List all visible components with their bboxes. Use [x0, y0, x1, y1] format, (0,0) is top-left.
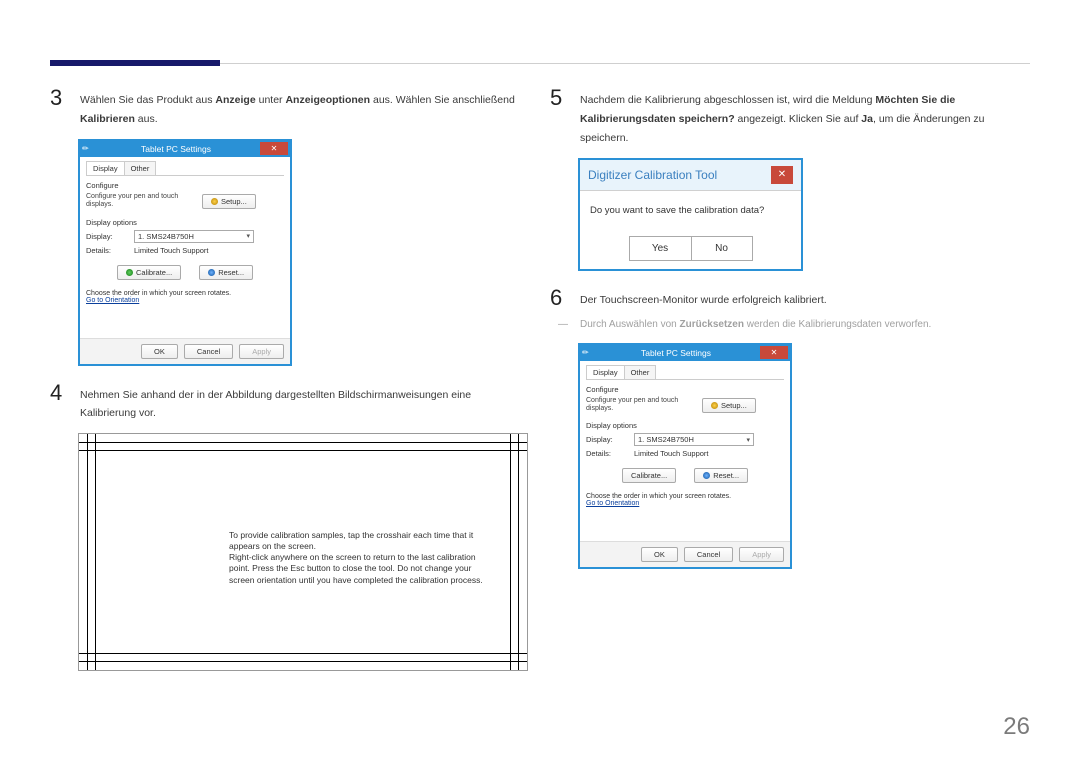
- ok-button[interactable]: OK: [141, 344, 178, 359]
- tabs: Display Other: [86, 161, 284, 176]
- digitizer-message: Do you want to save the calibration data…: [590, 205, 791, 216]
- calibrate-button[interactable]: Calibrate...: [117, 265, 181, 280]
- display-select[interactable]: 1. SMS24B750H▾: [634, 433, 754, 446]
- step-text: Nachdem die Kalibrierung abgeschlossen i…: [580, 85, 1030, 148]
- step-5: 5 Nachdem die Kalibrierung abgeschlossen…: [550, 85, 1030, 148]
- note: ― Durch Auswählen von Zurücksetzen werde…: [550, 317, 1030, 333]
- calibration-instructions: To provide calibration samples, tap the …: [229, 530, 489, 585]
- reset-button[interactable]: Reset...: [199, 265, 253, 280]
- digitizer-title: Digitizer Calibration Tool: [588, 168, 717, 182]
- details-label: Details:: [86, 246, 128, 255]
- tablet-pc-settings-window: ✏ Tablet PC Settings ✕ Display Other Con…: [78, 139, 292, 366]
- orientation-text: Choose the order in which your screen ro…: [586, 493, 784, 500]
- reset-icon: [703, 472, 710, 479]
- digitizer-dialog: Digitizer Calibration Tool ✕ Do you want…: [578, 158, 803, 271]
- yes-button[interactable]: Yes: [629, 236, 691, 261]
- orientation-link[interactable]: Go to Orientation: [586, 500, 784, 507]
- calibrate-button[interactable]: Calibrate...: [622, 468, 676, 483]
- window-icon: ✏: [582, 348, 592, 358]
- display-options-label: Display options: [86, 218, 284, 227]
- cancel-button[interactable]: Cancel: [684, 547, 733, 562]
- step-number: 5: [550, 85, 568, 148]
- close-button[interactable]: ✕: [771, 166, 793, 184]
- apply-button[interactable]: Apply: [739, 547, 784, 562]
- orientation-text: Choose the order in which your screen ro…: [86, 290, 284, 297]
- display-select[interactable]: 1. SMS24B750H▾: [134, 230, 254, 243]
- orientation-link[interactable]: Go to Orientation: [86, 297, 284, 304]
- details-value: Limited Touch Support: [634, 449, 709, 458]
- calibration-screen-figure: To provide calibration samples, tap the …: [78, 433, 528, 671]
- tab-other[interactable]: Other: [624, 365, 657, 379]
- step-text: Wählen Sie das Produkt aus Anzeige unter…: [80, 85, 530, 129]
- step-text: Nehmen Sie anhand der in der Abbildung d…: [80, 380, 530, 424]
- note-mark: ―: [550, 317, 568, 333]
- tab-other[interactable]: Other: [124, 161, 157, 175]
- setup-icon: [711, 402, 718, 409]
- configure-label: Configure: [86, 181, 284, 190]
- apply-button[interactable]: Apply: [239, 344, 284, 359]
- note-text: Durch Auswählen von Zurücksetzen werden …: [580, 317, 931, 333]
- configure-label: Configure: [586, 385, 784, 394]
- close-button[interactable]: ✕: [760, 346, 788, 359]
- tab-display[interactable]: Display: [586, 365, 625, 379]
- details-value: Limited Touch Support: [134, 246, 209, 255]
- display-label: Display:: [586, 435, 628, 444]
- step-4: 4 Nehmen Sie anhand der in der Abbildung…: [50, 380, 530, 424]
- configure-sub: Configure your pen and touch displays.: [86, 193, 196, 210]
- window-titlebar[interactable]: ✏ Tablet PC Settings ✕: [80, 141, 290, 157]
- display-label: Display:: [86, 232, 128, 241]
- page-number: 26: [1003, 713, 1030, 741]
- step-6: 6 Der Touchscreen-Monitor wurde erfolgre…: [550, 285, 1030, 311]
- right-column: 5 Nachdem die Kalibrierung abgeschlossen…: [550, 85, 1030, 671]
- calibrate-icon: [126, 269, 133, 276]
- ok-button[interactable]: OK: [641, 547, 678, 562]
- header-accent-bar: [50, 60, 220, 66]
- setup-button[interactable]: Setup...: [702, 398, 756, 413]
- step-text: Der Touchscreen-Monitor wurde erfolgreic…: [580, 285, 827, 311]
- chevron-down-icon: ▾: [746, 436, 750, 444]
- details-label: Details:: [586, 449, 628, 458]
- tab-display[interactable]: Display: [86, 161, 125, 175]
- window-title: Tablet PC Settings: [592, 348, 760, 358]
- cancel-button[interactable]: Cancel: [184, 344, 233, 359]
- window-titlebar[interactable]: ✏ Tablet PC Settings ✕: [580, 345, 790, 361]
- step-number: 4: [50, 380, 68, 424]
- tabs: Display Other: [586, 365, 784, 380]
- chevron-down-icon: ▾: [246, 232, 250, 240]
- close-button[interactable]: ✕: [260, 142, 288, 155]
- no-button[interactable]: No: [691, 236, 753, 261]
- step-number: 6: [550, 285, 568, 311]
- setup-icon: [211, 198, 218, 205]
- reset-button[interactable]: Reset...: [694, 468, 748, 483]
- step-3: 3 Wählen Sie das Produkt aus Anzeige unt…: [50, 85, 530, 129]
- reset-icon: [208, 269, 215, 276]
- step-number: 3: [50, 85, 68, 129]
- header-divider: [220, 63, 1030, 64]
- configure-sub: Configure your pen and touch displays.: [586, 397, 696, 414]
- window-title: Tablet PC Settings: [92, 144, 260, 154]
- tablet-pc-settings-window-2: ✏ Tablet PC Settings ✕ Display Other Con…: [578, 343, 792, 570]
- display-options-label: Display options: [586, 421, 784, 430]
- digitizer-titlebar[interactable]: Digitizer Calibration Tool ✕: [580, 160, 801, 190]
- left-column: 3 Wählen Sie das Produkt aus Anzeige unt…: [50, 85, 530, 671]
- window-icon: ✏: [82, 144, 92, 154]
- setup-button[interactable]: Setup...: [202, 194, 256, 209]
